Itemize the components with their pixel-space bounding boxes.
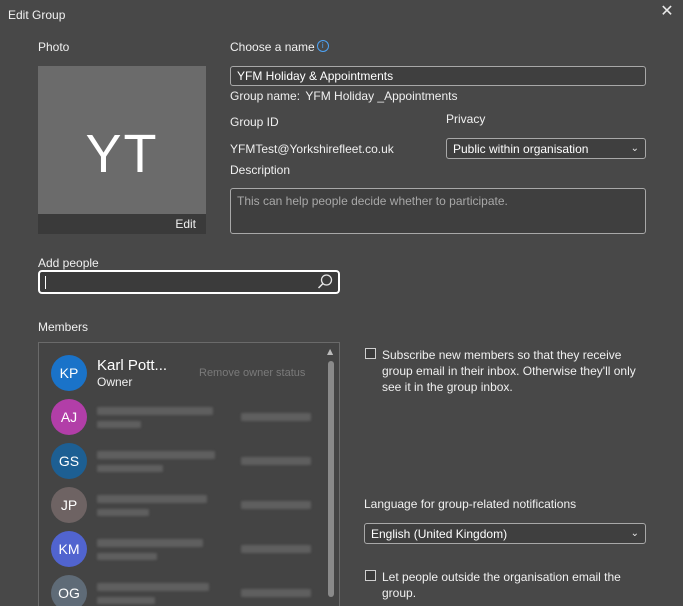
privacy-selected: Public within organisation xyxy=(453,142,589,156)
redacted-action xyxy=(241,545,311,553)
info-icon[interactable]: i xyxy=(316,40,329,52)
group-name-label: Group name: xyxy=(230,89,301,103)
outside-email-text[interactable]: Let people outside the organisation emai… xyxy=(382,569,642,601)
redacted-role xyxy=(97,553,157,560)
photo-label: Photo xyxy=(38,40,70,54)
window-title: Edit Group xyxy=(8,8,66,22)
redacted-role xyxy=(97,421,141,428)
scroll-up-arrow-icon[interactable]: ▲ xyxy=(327,347,333,356)
member-row[interactable]: KM xyxy=(51,531,321,567)
avatar: KM xyxy=(51,531,87,567)
description-input[interactable]: This can help people decide whether to p… xyxy=(230,188,646,234)
member-row[interactable]: OG xyxy=(51,575,321,606)
member-row[interactable]: KP Karl Pott... Owner Remove owner statu… xyxy=(51,355,321,391)
language-selected: English (United Kingdom) xyxy=(371,527,508,541)
member-row[interactable]: AJ xyxy=(51,399,321,435)
subscribe-checkbox[interactable] xyxy=(365,348,376,359)
avatar: OG xyxy=(51,575,87,606)
member-row[interactable]: GS xyxy=(51,443,321,479)
add-people-label: Add people xyxy=(38,256,99,270)
avatar: KP xyxy=(51,355,87,391)
redacted-action xyxy=(241,589,311,597)
language-select[interactable]: English (United Kingdom) ⌄ xyxy=(364,523,646,544)
scroll-thumb[interactable] xyxy=(328,361,334,597)
redacted-name xyxy=(97,583,209,591)
redacted-name xyxy=(97,451,215,459)
members-label: Members xyxy=(38,320,89,334)
members-scrollbar[interactable]: ▲ xyxy=(325,347,337,603)
member-role: Owner xyxy=(97,375,133,389)
chevron-down-icon: ⌄ xyxy=(630,528,639,539)
member-name: Karl Pott... xyxy=(97,357,168,374)
outside-email-checkbox[interactable] xyxy=(365,570,376,581)
close-icon[interactable]: ✕ xyxy=(659,4,675,20)
avatar: GS xyxy=(51,443,87,479)
redacted-role xyxy=(97,509,149,516)
group-id-value: YFMTest@Yorkshirefleet.co.uk xyxy=(230,142,394,156)
photo-edit-bar[interactable]: Edit xyxy=(38,214,206,234)
name-label-row: Choose a name i xyxy=(230,40,329,54)
privacy-label: Privacy xyxy=(446,112,486,126)
redacted-role xyxy=(97,465,163,472)
redacted-name xyxy=(97,539,203,547)
redacted-action xyxy=(241,457,311,465)
redacted-name xyxy=(97,495,207,503)
subscribe-text[interactable]: Subscribe new members so that they recei… xyxy=(382,347,652,395)
photo-edit-button[interactable]: Edit xyxy=(175,217,196,231)
avatar: AJ xyxy=(51,399,87,435)
members-list[interactable]: KP Karl Pott... Owner Remove owner statu… xyxy=(38,342,340,606)
redacted-action xyxy=(241,501,311,509)
group-photo[interactable]: YT Edit xyxy=(38,66,206,234)
group-id-label: Group ID xyxy=(230,115,279,129)
add-people-input[interactable] xyxy=(38,270,340,294)
group-name-row: Group name: YFM Holiday _Appointments xyxy=(230,89,457,103)
remove-owner-status-link[interactable]: Remove owner status xyxy=(199,367,305,379)
text-caret xyxy=(45,276,46,289)
chevron-down-icon: ⌄ xyxy=(630,143,639,154)
redacted-role xyxy=(97,597,155,604)
avatar: JP xyxy=(51,487,87,523)
group-name-value: YFM Holiday _Appointments xyxy=(305,89,458,103)
language-label: Language for group-related notifications xyxy=(364,497,577,511)
member-row[interactable]: JP xyxy=(51,487,321,523)
redacted-name xyxy=(97,407,213,415)
name-label: Choose a name xyxy=(230,40,315,54)
search-icon[interactable] xyxy=(316,273,334,291)
redacted-action xyxy=(241,413,311,421)
privacy-select[interactable]: Public within organisation ⌄ xyxy=(446,138,646,159)
photo-initials: YT xyxy=(85,124,159,184)
group-name-input[interactable]: YFM Holiday & Appointments xyxy=(230,66,646,86)
description-label: Description xyxy=(230,163,291,177)
